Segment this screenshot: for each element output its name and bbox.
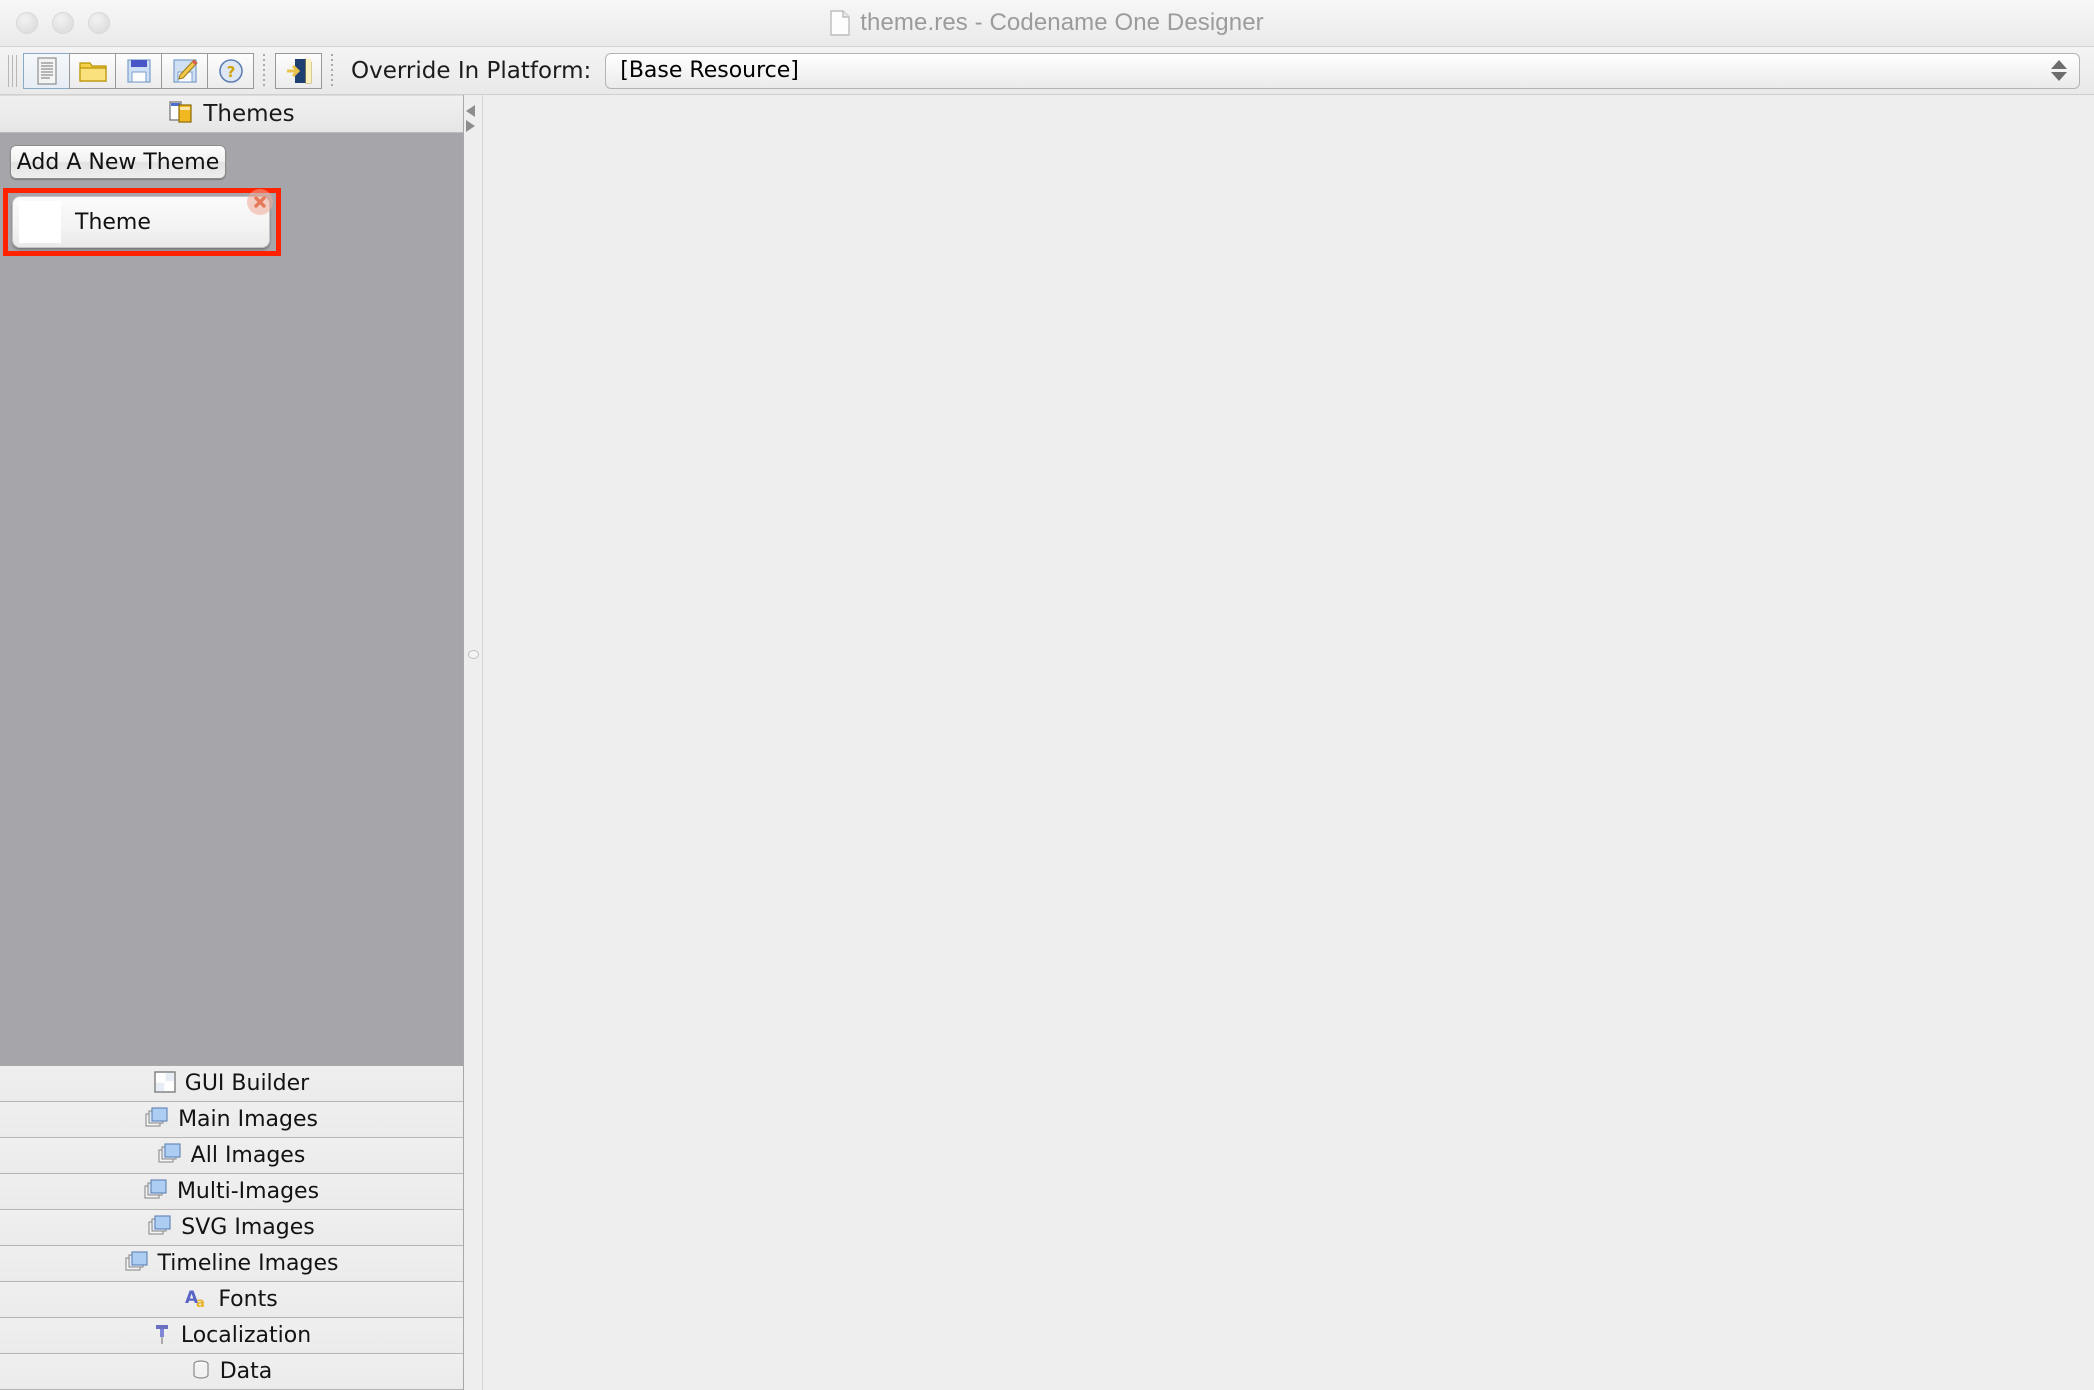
images-stack-icon (124, 1250, 149, 1277)
images-stack-icon (144, 1178, 168, 1205)
open-resource-button[interactable] (69, 52, 116, 89)
title-group: theme.res - Codename One Designer (830, 9, 1264, 37)
main-content-area (483, 95, 2094, 1390)
minimize-button[interactable] (52, 12, 74, 34)
document-icon (830, 10, 850, 36)
svg-text:?: ? (226, 63, 235, 81)
close-button[interactable] (16, 12, 38, 34)
themes-panel-title: Themes (203, 101, 295, 127)
left-panel: Themes Add A New Theme Theme GUI Builder… (0, 95, 464, 1390)
nav-label: All Images (190, 1143, 306, 1168)
help-button[interactable]: ? (207, 52, 254, 89)
grid-layout-icon (154, 1070, 176, 1097)
theme-thumbnail (19, 201, 61, 243)
exit-door-icon (286, 57, 311, 83)
combo-spinner-arrows[interactable] (2051, 60, 2073, 81)
override-platform-label: Override In Platform: (351, 57, 592, 84)
nav-item-data[interactable]: Data (0, 1354, 463, 1390)
nav-label: SVG Images (181, 1215, 315, 1240)
save-floppy-icon (126, 58, 151, 83)
fonts-aa-icon: A a (185, 1287, 209, 1313)
nav-item-all-images[interactable]: All Images (0, 1138, 463, 1174)
save-button[interactable] (115, 52, 162, 89)
toolbar-drag-handle[interactable] (8, 54, 17, 87)
override-platform-select[interactable]: [Base Resource] (605, 52, 2080, 89)
delete-theme-button[interactable] (247, 189, 273, 215)
nav-label: Timeline Images (157, 1251, 339, 1276)
save-as-button[interactable] (161, 52, 208, 89)
themes-panel-header: Themes (0, 95, 463, 133)
pushpin-icon (152, 1323, 172, 1349)
theme-list-item[interactable]: Theme (12, 189, 273, 248)
theme-item-label: Theme (75, 209, 151, 235)
nav-label: Data (219, 1359, 273, 1384)
nav-item-svg-images[interactable]: SVG Images (0, 1210, 463, 1246)
toolbar: ? Override In Platform: [Base Resource] (0, 47, 2094, 95)
nav-label: Localization (180, 1323, 312, 1348)
chevron-up-icon (2051, 60, 2067, 69)
nav-item-timeline-images[interactable]: Timeline Images (0, 1246, 463, 1282)
nav-label: Multi-Images (176, 1179, 320, 1204)
help-question-icon: ? (218, 58, 243, 83)
splitter-grip-icon[interactable] (468, 650, 479, 659)
open-folder-icon (78, 61, 107, 82)
toolbar-separator-2 (331, 53, 333, 88)
window-title: theme.res - Codename One Designer (860, 9, 1264, 36)
themes-list-area: Add A New Theme Theme (0, 133, 463, 1065)
toolbar-separator-1 (263, 53, 265, 88)
themes-icon (168, 100, 194, 128)
nav-item-gui-builder[interactable]: GUI Builder (0, 1066, 463, 1102)
nav-item-multi-images[interactable]: Multi-Images (0, 1174, 463, 1210)
database-cylinder-icon (191, 1359, 211, 1385)
triangle-right-icon[interactable] (466, 120, 475, 132)
new-resource-button[interactable] (23, 52, 70, 89)
quit-button-group (275, 52, 322, 89)
nav-label: Main Images (178, 1107, 318, 1132)
nav-item-main-images[interactable]: Main Images (0, 1102, 463, 1138)
nav-item-localization[interactable]: Localization (0, 1318, 463, 1354)
images-stack-icon (158, 1142, 182, 1169)
title-bar: theme.res - Codename One Designer (0, 0, 2094, 47)
svg-text:a: a (196, 1296, 205, 1309)
file-button-group: ? (23, 52, 254, 89)
save-as-pencil-icon (172, 58, 198, 83)
add-new-theme-button[interactable]: Add A New Theme (10, 145, 226, 179)
chevron-down-icon (2051, 72, 2067, 81)
quit-button[interactable] (275, 52, 322, 89)
maximize-button[interactable] (88, 12, 110, 34)
triangle-left-icon[interactable] (466, 105, 475, 117)
images-stack-icon (145, 1106, 169, 1133)
app-window: theme.res - Codename One Designer ? Over… (0, 0, 2094, 1390)
nav-item-fonts[interactable]: A a Fonts (0, 1282, 463, 1318)
new-document-icon (36, 56, 57, 85)
nav-label: Fonts (218, 1287, 278, 1312)
override-platform-value: [Base Resource] (620, 58, 799, 83)
close-x-icon (254, 196, 266, 208)
splitter-collapse-controls[interactable] (466, 105, 475, 132)
images-stack-icon (148, 1214, 172, 1241)
body-split: Themes Add A New Theme Theme GUI Builder… (0, 95, 2094, 1390)
resource-type-nav: GUI Builder Main Images All Images Multi… (0, 1065, 463, 1390)
window-controls (16, 0, 110, 46)
nav-label: GUI Builder (184, 1071, 310, 1096)
panel-splitter[interactable] (464, 95, 483, 1390)
